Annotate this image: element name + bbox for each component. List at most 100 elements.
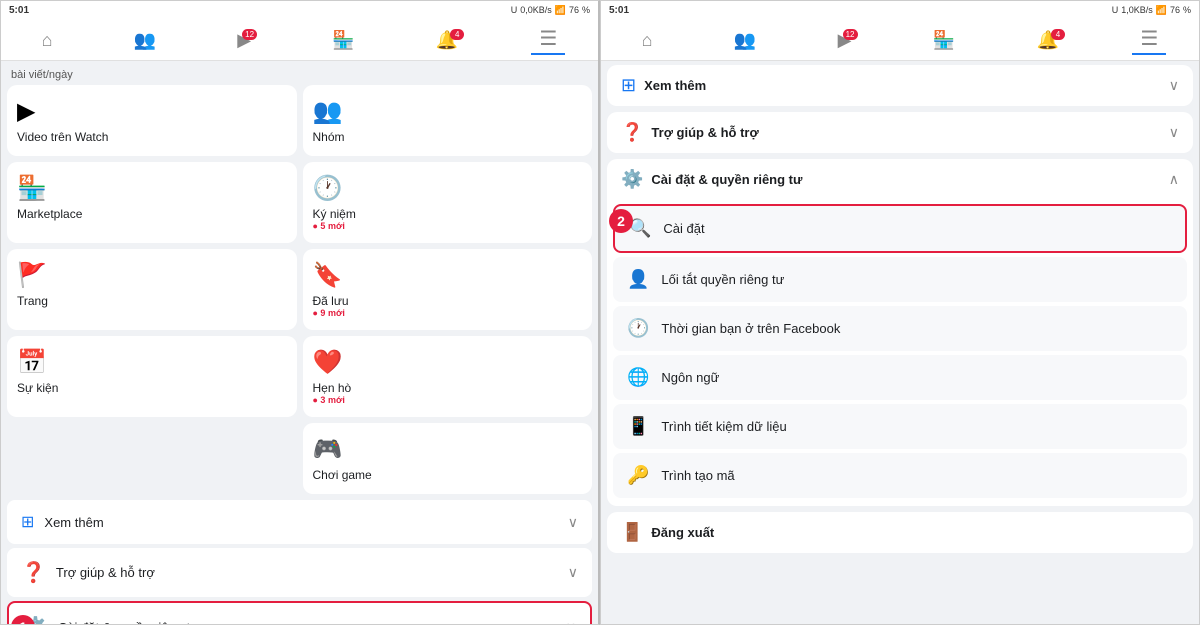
nav-friends-right[interactable]: 👥 bbox=[726, 29, 764, 51]
menu-saved[interactable]: 🔖 Đã lưu ● 9 mới bbox=[303, 249, 593, 330]
nav-watch-right[interactable]: ▶ 12 bbox=[830, 29, 860, 51]
settings-row[interactable]: ⚙️ Cài đặt & quyền riêng tư ∨ bbox=[7, 601, 592, 624]
marketplace-icon-right: 🏪 bbox=[933, 31, 955, 49]
menu-groups[interactable]: 👥 Nhóm bbox=[303, 85, 593, 156]
time-right: 5:01 bbox=[609, 5, 629, 16]
logout-header-label: Đăng xuất bbox=[651, 525, 714, 540]
events-menu-icon: 📅 bbox=[17, 348, 47, 377]
settings-item-datasaver[interactable]: 📱 Trình tiết kiệm dữ liệu bbox=[613, 404, 1187, 449]
nav-marketplace-left[interactable]: 🏪 bbox=[324, 29, 362, 51]
nav-marketplace-right[interactable]: 🏪 bbox=[925, 29, 963, 51]
pages-menu-icon: 🚩 bbox=[17, 261, 47, 290]
privacy-header[interactable]: ⚙️ Cài đặt & quyền riêng tư ∧ bbox=[607, 159, 1193, 200]
settings-item-language[interactable]: 🌐 Ngôn ngữ bbox=[613, 355, 1187, 400]
groups-menu-label: Nhóm bbox=[313, 130, 345, 144]
status-bar-left: 5:01 U 0,0KB/s 📶 76% bbox=[1, 1, 598, 19]
codegen-item-label: Trình tạo mã bbox=[661, 468, 734, 483]
nav-bar-left: ⌂ 👥 ▶ 12 🏪 🔔 4 ☰ bbox=[1, 19, 598, 61]
menu-watch[interactable]: ▶ Video trên Watch bbox=[7, 85, 297, 156]
nav-notifications-right[interactable]: 🔔 4 bbox=[1029, 29, 1067, 51]
privacy-settings-section: ⚙️ Cài đặt & quyền riêng tư ∧ 🔍 Cài đặt … bbox=[607, 159, 1193, 506]
nav-watch-left[interactable]: ▶ 12 bbox=[229, 29, 259, 51]
help-header[interactable]: ❓ Trợ giúp & hỗ trợ ∨ bbox=[607, 112, 1193, 153]
saved-menu-icon: 🔖 bbox=[313, 261, 343, 290]
nav-menu-right[interactable]: ☰ bbox=[1132, 24, 1166, 55]
settings-item-privacy[interactable]: 👤 Lối tắt quyền riêng tư bbox=[613, 257, 1187, 302]
menu-marketplace[interactable]: 🏪 Marketplace bbox=[7, 162, 297, 243]
watch-menu-icon: ▶ bbox=[17, 97, 35, 126]
help-row-left: ❓ Trợ giúp & hỗ trợ bbox=[21, 560, 155, 585]
home-icon-right: ⌂ bbox=[642, 31, 653, 49]
menu-memories[interactable]: 🕐 Ký niệm ● 5 mới bbox=[303, 162, 593, 243]
privacy-item-label: Lối tắt quyền riêng tư bbox=[661, 272, 784, 287]
nav-menu-left[interactable]: ☰ bbox=[531, 24, 565, 55]
watch-badge-right: 12 bbox=[843, 29, 858, 40]
marketplace-menu-icon: 🏪 bbox=[17, 174, 47, 203]
data-speed-left: 0,0KB/s bbox=[520, 5, 552, 15]
see-more-row[interactable]: ⊞ Xem thêm ∨ bbox=[7, 500, 592, 544]
logout-header[interactable]: 🚪 Đăng xuất bbox=[607, 512, 1193, 553]
left-content: bài viết/ngày ▶ Video trên Watch 👥 Nhóm … bbox=[1, 61, 598, 624]
notifications-badge-right: 4 bbox=[1051, 29, 1065, 40]
language-item-label: Ngôn ngữ bbox=[661, 370, 719, 385]
saved-badge: ● 9 mới bbox=[313, 308, 345, 318]
nav-notifications-left[interactable]: 🔔 4 bbox=[428, 29, 466, 51]
battery-right: 76 bbox=[1170, 5, 1180, 15]
see-more-icon: ⊞ bbox=[21, 512, 34, 532]
nav-bar-right: ⌂ 👥 ▶ 12 🏪 🔔 4 ☰ bbox=[601, 19, 1199, 61]
help-header-left: ❓ Trợ giúp & hỗ trợ bbox=[621, 122, 759, 143]
settings-item-time[interactable]: 🕐 Thời gian bạn ở trên Facebook bbox=[613, 306, 1187, 351]
status-bar-right: 5:01 U 1,0KB/s 📶 76% bbox=[601, 1, 1199, 19]
memories-badge: ● 5 mới bbox=[313, 221, 345, 231]
watch-menu-label: Video trên Watch bbox=[17, 130, 108, 144]
notifications-badge-left: 4 bbox=[450, 29, 464, 40]
menu-events[interactable]: 📅 Sự kiện bbox=[7, 336, 297, 417]
help-row[interactable]: ❓ Trợ giúp & hỗ trợ ∨ bbox=[7, 548, 592, 597]
see-more-row-left: ⊞ Xem thêm bbox=[21, 512, 104, 532]
nav-friends-left[interactable]: 👥 bbox=[126, 29, 164, 51]
data-speed-right: 1,0KB/s bbox=[1121, 5, 1153, 15]
help-label: Trợ giúp & hỗ trợ bbox=[56, 565, 155, 580]
settings-item-label: Cài đặt bbox=[663, 221, 704, 236]
see-more-section: ⊞ Xem thêm ∨ bbox=[607, 65, 1193, 106]
settings-item-codegen[interactable]: 🔑 Trình tạo mã bbox=[613, 453, 1187, 498]
see-more-header-chevron: ∨ bbox=[1169, 77, 1179, 94]
marketplace-icon-left: 🏪 bbox=[332, 31, 354, 49]
settings-row-left: ⚙️ Cài đặt & quyền riêng tư bbox=[23, 615, 199, 624]
help-section: ❓ Trợ giúp & hỗ trợ ∨ bbox=[607, 112, 1193, 153]
time-item-icon: 🕐 bbox=[627, 318, 649, 339]
help-header-label: Trợ giúp & hỗ trợ bbox=[651, 125, 758, 140]
status-icons-right: U 1,0KB/s 📶 76% bbox=[1112, 5, 1191, 16]
menu-grid: ▶ Video trên Watch 👥 Nhóm 🏪 Marketplace … bbox=[7, 85, 592, 417]
nav-home-left[interactable]: ⌂ bbox=[34, 29, 61, 51]
menu-gaming[interactable]: 🎮 Chơi game bbox=[303, 423, 593, 494]
logout-header-icon: 🚪 bbox=[621, 522, 643, 543]
memories-menu-icon: 🕐 bbox=[313, 174, 343, 203]
logout-section: 🚪 Đăng xuất bbox=[607, 512, 1193, 553]
time-item-label: Thời gian bạn ở trên Facebook bbox=[661, 321, 840, 336]
datasaver-item-label: Trình tiết kiệm dữ liệu bbox=[661, 419, 786, 434]
privacy-header-label: Cài đặt & quyền riêng tư bbox=[651, 172, 802, 187]
logout-header-left: 🚪 Đăng xuất bbox=[621, 522, 714, 543]
privacy-header-icon: ⚙️ bbox=[621, 169, 643, 190]
status-icons-left: U 0,0KB/s 📶 76% bbox=[511, 5, 590, 16]
nav-home-right[interactable]: ⌂ bbox=[634, 29, 661, 51]
signal-icon-left: 📶 bbox=[555, 5, 566, 16]
help-header-chevron: ∨ bbox=[1169, 124, 1179, 141]
network-icon-left: U bbox=[511, 5, 518, 15]
signal-icon-right: 📶 bbox=[1156, 5, 1167, 16]
gaming-menu-icon: 🎮 bbox=[313, 435, 343, 464]
menu-dating[interactable]: ❤️ Hẹn hò ● 3 mới bbox=[303, 336, 593, 417]
network-icon-right: U bbox=[1112, 5, 1119, 15]
settings-item-settings[interactable]: 🔍 Cài đặt bbox=[613, 204, 1187, 253]
menu-pages[interactable]: 🚩 Trang bbox=[7, 249, 297, 330]
see-more-header[interactable]: ⊞ Xem thêm ∨ bbox=[607, 65, 1193, 106]
step2-badge: 2 bbox=[609, 209, 633, 233]
events-menu-label: Sự kiện bbox=[17, 381, 58, 395]
battery-left: 76 bbox=[569, 5, 579, 15]
gaming-menu-label: Chơi game bbox=[313, 468, 372, 482]
dating-menu-icon: ❤️ bbox=[313, 348, 343, 377]
left-phone: 5:01 U 0,0KB/s 📶 76% ⌂ 👥 ▶ 12 bbox=[0, 0, 600, 625]
settings-label: Cài đặt & quyền riêng tư bbox=[58, 620, 199, 624]
right-content: 2 ⊞ Xem thêm ∨ ❓ bbox=[601, 61, 1199, 624]
